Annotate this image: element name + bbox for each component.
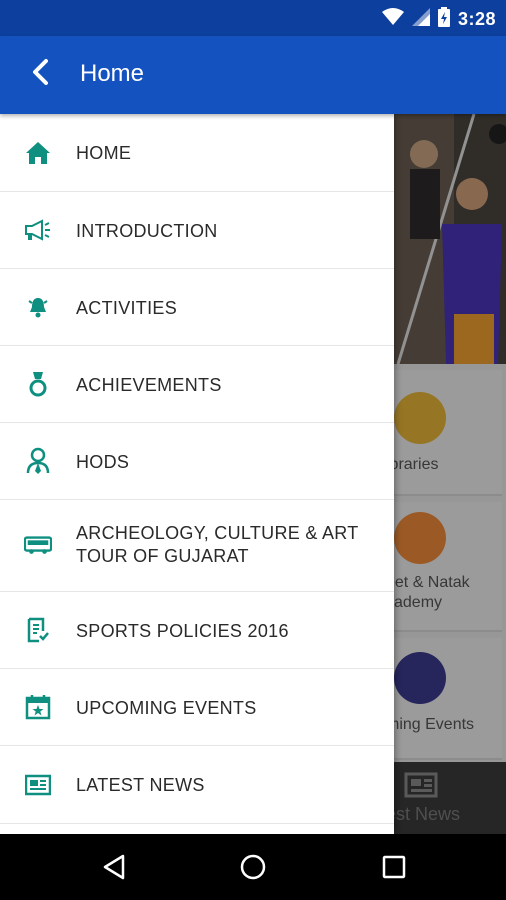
bus-icon <box>24 531 52 559</box>
bell-icon <box>24 293 52 321</box>
menu-item-label: SPORTS POLICIES 2016 <box>76 621 289 641</box>
battery-icon <box>437 7 450 32</box>
person-icon <box>24 447 52 475</box>
nav-recents-button[interactable] <box>378 851 410 883</box>
page-title: Home <box>80 60 145 87</box>
nav-home-button[interactable] <box>237 851 269 883</box>
menu-item-achievements[interactable]: ACHIEVEMENTS <box>0 346 394 423</box>
navigation-drawer: HOME INTRODUCTION ACTIVITIES ACHIEVEMENT… <box>0 114 394 834</box>
newspaper-icon <box>24 771 52 799</box>
document-icon <box>24 616 52 644</box>
status-time: 3:28 <box>457 9 496 29</box>
signal-icon <box>411 8 430 31</box>
menu-item-label: INTRODUCTION <box>76 221 218 241</box>
menu-item-introduction[interactable]: INTRODUCTION <box>0 192 394 269</box>
medal-icon <box>24 370 52 398</box>
menu-item-upcoming-events[interactable]: UPCOMING EVENTS <box>0 669 394 746</box>
menu-item-label: LATEST NEWS <box>76 775 205 795</box>
status-bar: 3:28 <box>0 0 506 36</box>
home-icon <box>24 139 52 167</box>
chevron-left-icon <box>30 58 50 91</box>
menu-item-activities[interactable]: ACTIVITIES <box>0 269 394 346</box>
megaphone-icon <box>24 216 52 244</box>
menu-item-home[interactable]: HOME <box>0 114 394 192</box>
menu-item-label: ACTIVITIES <box>76 298 178 318</box>
menu-item-sports-policies[interactable]: SPORTS POLICIES 2016 <box>0 592 394 669</box>
wifi-icon <box>381 8 404 31</box>
menu-item-latest-news[interactable]: LATEST NEWS <box>0 746 394 824</box>
menu-item-archeology-tour[interactable]: ARCHEOLOGY, CULTURE & ART TOUR OF GUJARA… <box>0 500 394 592</box>
menu-item-label: HOME <box>76 143 132 163</box>
menu-item-label: ARCHEOLOGY, CULTURE & ART TOUR OF GUJARA… <box>76 523 359 566</box>
app-bar: Home <box>0 36 506 114</box>
menu-item-label: ACHIEVEMENTS <box>76 375 222 395</box>
calendar-icon <box>24 693 52 721</box>
menu-item-hods[interactable]: HODS <box>0 423 394 500</box>
menu-item-label: HODS <box>76 452 130 472</box>
menu-item-label: UPCOMING EVENTS <box>76 698 257 718</box>
drawer-scrim[interactable] <box>394 114 506 834</box>
system-nav-bar <box>0 834 506 900</box>
back-button[interactable] <box>22 56 58 92</box>
nav-back-button[interactable] <box>98 851 130 883</box>
status-icons: 3:28 <box>381 7 496 32</box>
